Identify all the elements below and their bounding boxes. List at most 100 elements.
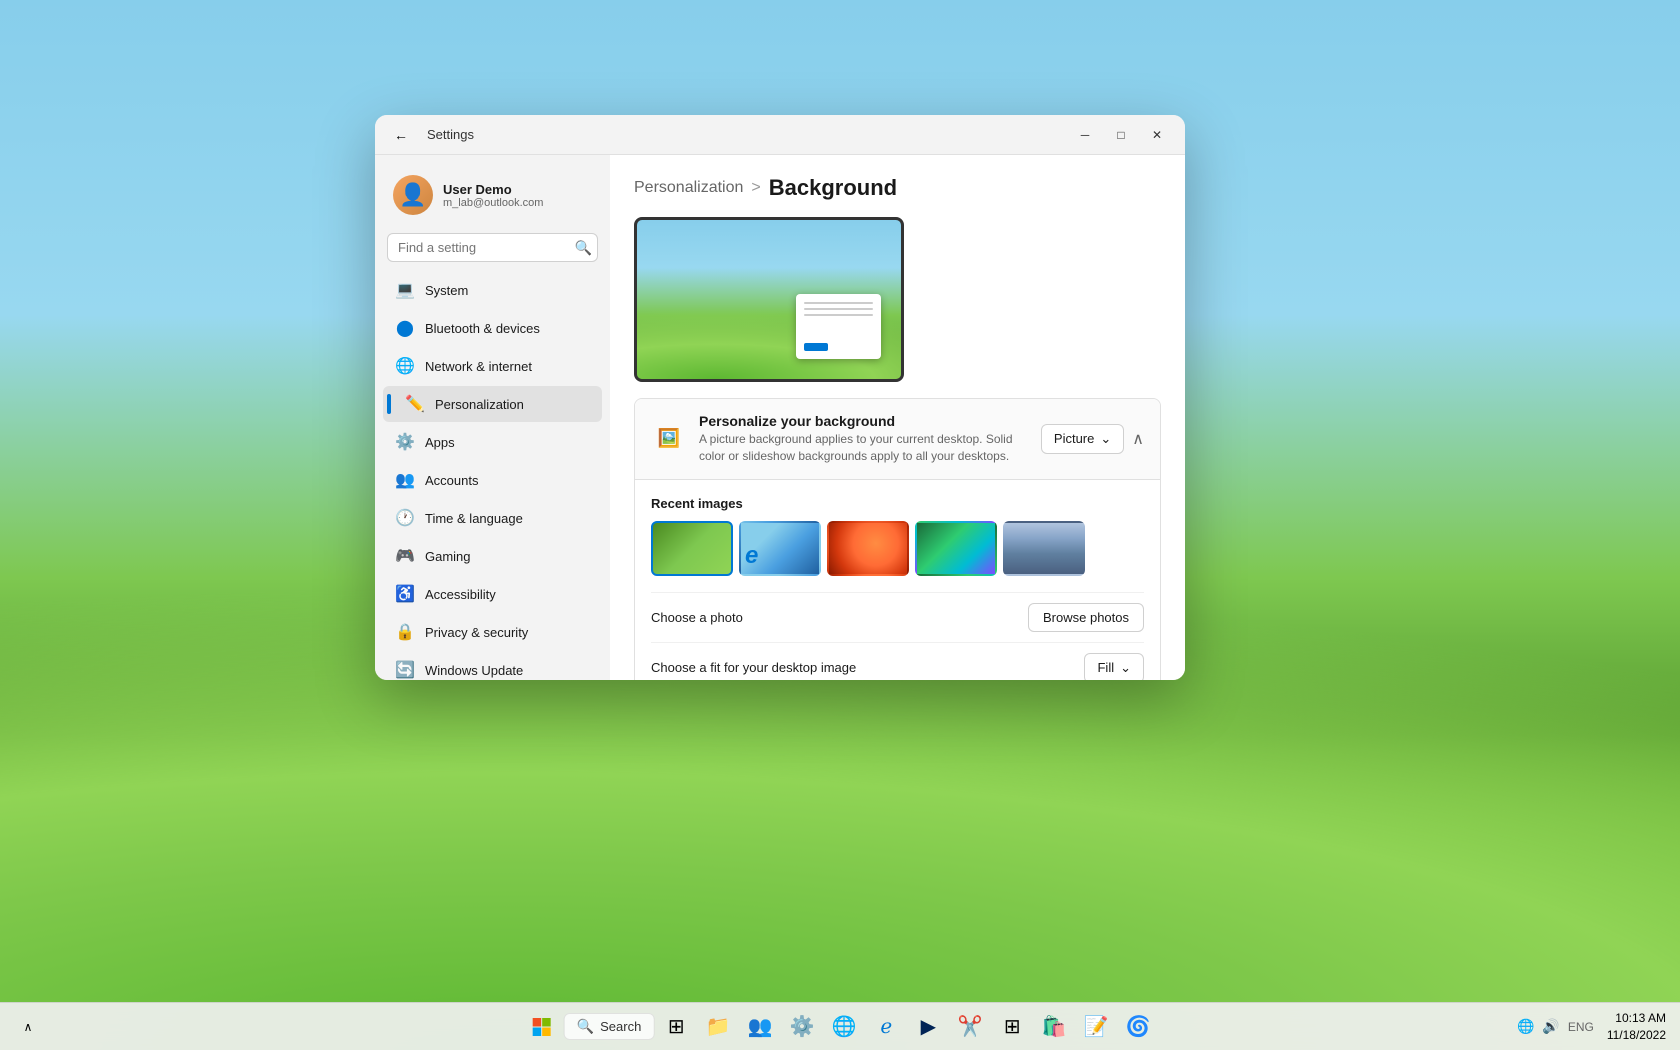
file-explorer-button[interactable]: 📁 (698, 1007, 738, 1047)
taskbar-left: ∧ (0, 1007, 48, 1047)
image-thumb-5[interactable] (1003, 521, 1085, 576)
search-box: 🔍 (383, 233, 602, 262)
photo-row: Choose a photo Browse photos (651, 592, 1144, 642)
store-button[interactable]: 🛍️ (1034, 1007, 1074, 1047)
sidebar-item-privacy[interactable]: 🔒 Privacy & security (383, 614, 602, 650)
section-collapse-icon[interactable]: ∧ (1132, 429, 1144, 449)
search-icon: 🔍 (575, 239, 592, 256)
settings-taskbar-button[interactable]: ⚙️ (782, 1007, 822, 1047)
taskbar-right: 🌐 🔊 ENG 10:13 AM 11/18/2022 (1514, 1008, 1680, 1046)
settings-taskbar-icon: ⚙️ (790, 1014, 815, 1039)
sidebar-item-personalization[interactable]: ✏️ Personalization (383, 386, 602, 422)
sidebar-item-accounts[interactable]: 👥 Accounts (383, 462, 602, 498)
sidebar-item-network[interactable]: 🌐 Network & internet (383, 348, 602, 384)
task-view-button[interactable]: ⊞ (656, 1007, 696, 1047)
preview-line-1 (804, 302, 873, 304)
background-settings-section: 🖼️ Personalize your background A picture… (634, 398, 1161, 680)
background-icon: 🖼️ (651, 421, 687, 457)
system-clock[interactable]: 10:13 AM 11/18/2022 (1601, 1008, 1672, 1046)
browser2-button[interactable]: 🌀 (1118, 1007, 1158, 1047)
breadcrumb-separator: > (751, 179, 760, 197)
powershell-button[interactable]: ▶ (908, 1007, 948, 1047)
sidebar-item-bluetooth[interactable]: ⬤ Bluetooth & devices (383, 310, 602, 346)
fit-dropdown[interactable]: Fill ⌄ (1084, 653, 1144, 680)
sidebar-item-gaming[interactable]: 🎮 Gaming (383, 538, 602, 574)
active-indicator (387, 394, 391, 414)
image-thumb-4[interactable] (915, 521, 997, 576)
window-title: Settings (427, 127, 474, 142)
minimize-button[interactable]: ─ (1069, 121, 1101, 149)
network-tray-icon[interactable]: 🌐 (1514, 1014, 1537, 1039)
preview-window (796, 294, 881, 359)
sidebar-item-time[interactable]: 🕐 Time & language (383, 500, 602, 536)
edge-button[interactable]: 🌐 (824, 1007, 864, 1047)
section-body: Recent images Choose a photo Browse phot… (635, 479, 1160, 680)
breadcrumb-parent[interactable]: Personalization (634, 179, 743, 197)
snip-button[interactable]: ✂️ (950, 1007, 990, 1047)
browser2-icon: 🌀 (1126, 1014, 1151, 1039)
snip-icon: ✂️ (958, 1014, 983, 1039)
title-bar: ← Settings ─ □ ✕ (375, 115, 1185, 155)
edge2-icon: ℯ (880, 1014, 892, 1039)
edge2-button[interactable]: ℯ (866, 1007, 906, 1047)
task-view-icon: ⊞ (668, 1014, 685, 1039)
apps-icon: ⚙️ (395, 432, 415, 452)
clock-time: 10:13 AM (1607, 1010, 1666, 1027)
sidebar-item-apps[interactable]: ⚙️ Apps (383, 424, 602, 460)
taskbar-search-button[interactable]: 🔍 Search (564, 1013, 655, 1040)
windows-logo-icon (532, 1017, 552, 1037)
browse-photos-button[interactable]: Browse photos (1028, 603, 1144, 632)
update-icon: 🔄 (395, 660, 415, 680)
system-tray-icons: 🌐 🔊 ENG (1514, 1014, 1597, 1039)
taskbar: ∧ 🔍 Search ⊞ � (0, 1002, 1680, 1050)
preview-btn (804, 343, 828, 351)
back-button[interactable]: ← (387, 121, 415, 149)
sidebar-item-update[interactable]: 🔄 Windows Update (383, 652, 602, 680)
sidebar-item-accessibility[interactable]: ♿ Accessibility (383, 576, 602, 612)
widgets-button[interactable]: ⊞ (992, 1007, 1032, 1047)
clock-date: 11/18/2022 (1607, 1027, 1666, 1044)
teams-button[interactable]: 👥 (740, 1007, 780, 1047)
fit-chevron-icon: ⌄ (1120, 660, 1131, 676)
notepad-button[interactable]: 📝 (1076, 1007, 1116, 1047)
taskbar-search-icon: 🔍 (577, 1018, 594, 1035)
file-explorer-icon: 📁 (706, 1014, 731, 1039)
image-thumb-2[interactable] (739, 521, 821, 576)
notepad-icon: 📝 (1084, 1014, 1109, 1039)
fit-label: Choose a fit for your desktop image (651, 660, 856, 675)
bluetooth-icon: ⬤ (395, 318, 415, 338)
avatar: 👤 (393, 175, 433, 215)
sidebar-item-system[interactable]: 💻 System (383, 272, 602, 308)
time-icon: 🕐 (395, 508, 415, 528)
desktop: ← Settings ─ □ ✕ 👤 User Demo m_l (0, 0, 1680, 1050)
section-text: Personalize your background A picture ba… (699, 413, 1041, 465)
taskbar-search-label: Search (600, 1019, 641, 1034)
accessibility-icon: ♿ (395, 584, 415, 604)
maximize-button[interactable]: □ (1105, 121, 1137, 149)
user-email: m_lab@outlook.com (443, 197, 543, 209)
section-control: Picture ⌄ ∧ (1041, 424, 1144, 454)
start-button[interactable] (522, 1007, 562, 1047)
widgets-icon: ⊞ (1004, 1014, 1021, 1039)
edge-icon: 🌐 (832, 1014, 857, 1039)
sidebar: 👤 User Demo m_lab@outlook.com 🔍 💻 System (375, 155, 610, 680)
choose-photo-label: Choose a photo (651, 610, 743, 625)
system-tray-chevron[interactable]: ∧ (8, 1007, 48, 1047)
image-thumb-1[interactable] (651, 521, 733, 576)
user-profile[interactable]: 👤 User Demo m_lab@outlook.com (383, 167, 602, 223)
preview-container (634, 217, 904, 382)
volume-tray-icon[interactable]: 🔊 (1539, 1014, 1562, 1039)
image-thumb-3[interactable] (827, 521, 909, 576)
section-header[interactable]: 🖼️ Personalize your background A picture… (635, 399, 1160, 479)
search-input[interactable] (387, 233, 598, 262)
preview-line-2 (804, 308, 873, 310)
close-button[interactable]: ✕ (1141, 121, 1173, 149)
preview-line-3 (804, 314, 873, 316)
background-type-dropdown[interactable]: Picture ⌄ (1041, 424, 1124, 454)
user-name: User Demo (443, 182, 543, 197)
taskbar-center: 🔍 Search ⊞ 📁 👥 ⚙️ 🌐 ℯ (522, 1007, 1159, 1047)
main-content: Personalization > Background (610, 155, 1185, 680)
network-icon: 🌐 (395, 356, 415, 376)
battery-tray-icon: ENG (1565, 1016, 1597, 1038)
images-grid (651, 521, 1144, 576)
